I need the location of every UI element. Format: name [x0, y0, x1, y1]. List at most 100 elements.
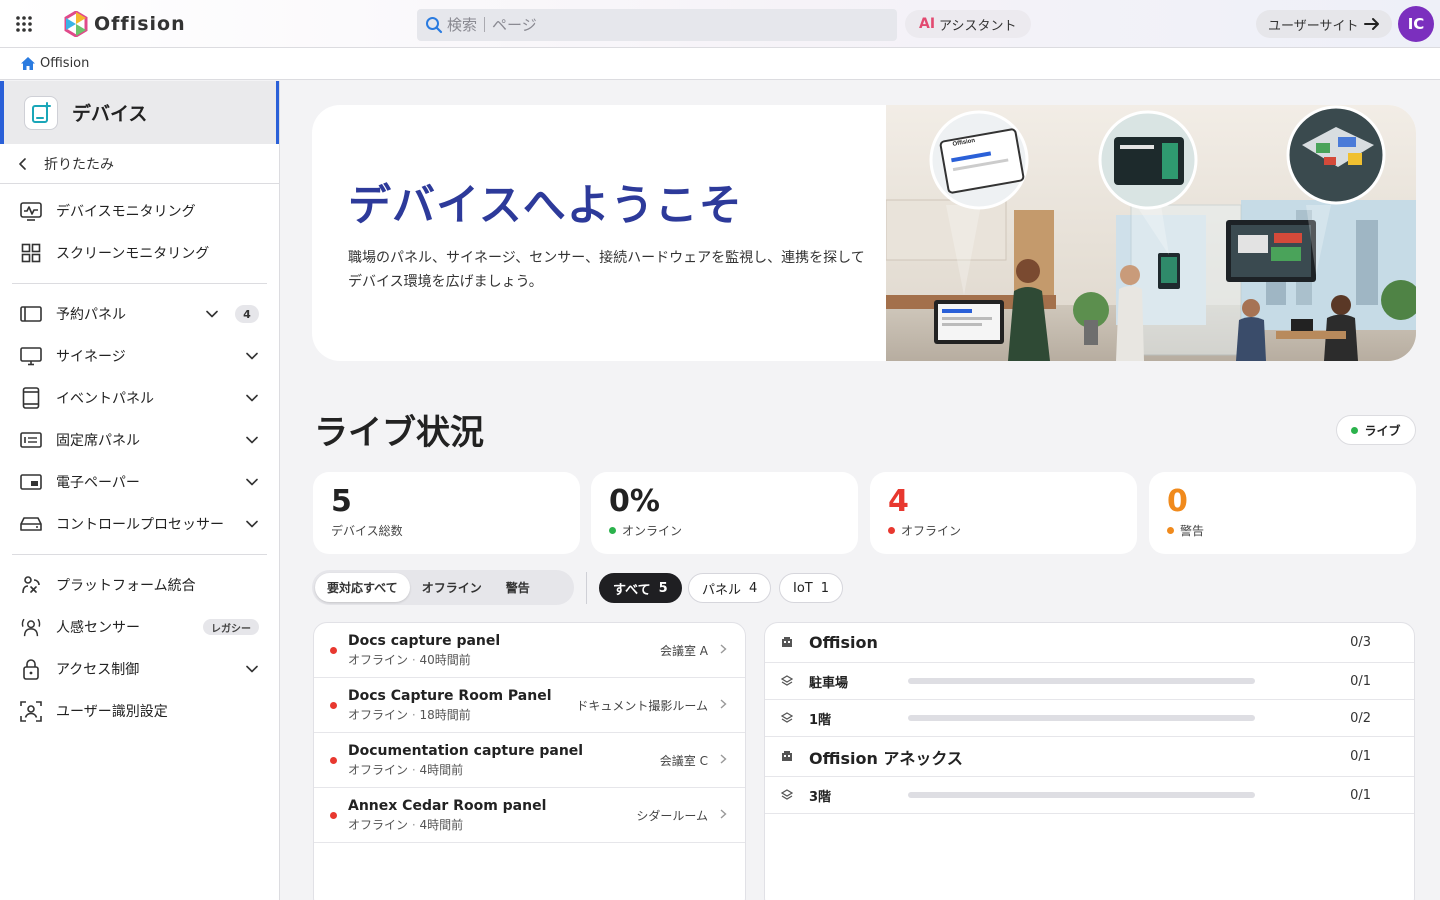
sidebar-item-screen-monitoring[interactable]: スクリーンモニタリング [0, 232, 279, 274]
sidebar-item-device-monitoring[interactable]: デバイスモニタリング [0, 190, 279, 232]
sidebar-item-booking-panel[interactable]: 予約パネル 4 [0, 293, 279, 335]
building-name: Offision [809, 633, 878, 652]
device-row[interactable]: Docs Capture Room Panel オフライン · 18時間前 ドキ… [314, 678, 745, 733]
chevron-down-icon[interactable] [245, 349, 259, 363]
device-time: 4時間前 [419, 762, 464, 777]
sidebar-item-epaper[interactable]: 電子ペーパー [0, 461, 279, 503]
building-row[interactable]: Offision 0/3 [765, 623, 1414, 663]
device-name: Docs Capture Room Panel [348, 687, 552, 704]
building-name: Offision アネックス [809, 748, 963, 768]
count-badge: 4 [235, 305, 259, 323]
floor-row[interactable]: 3階 0/1 [765, 777, 1414, 814]
sidebar-item-user-identification[interactable]: ユーザー識別設定 [0, 690, 279, 732]
stat-value: 0% [609, 484, 660, 519]
chip-label: パネル [702, 582, 742, 598]
chip-iot[interactable]: IoT 1 [779, 573, 844, 603]
building-row[interactable]: Offision アネックス 0/1 [765, 737, 1414, 777]
stat-value: 0 [1167, 484, 1188, 519]
processor-icon [20, 513, 42, 535]
device-row[interactable]: Annex Cedar Room panel オフライン · 4時間前 シダール… [314, 788, 745, 843]
sidebar-item-motion-sensor[interactable]: 人感センサー レガシー [0, 606, 279, 648]
search-bar[interactable] [417, 9, 897, 41]
segment-all-attention[interactable]: 要対応すべて [315, 573, 410, 602]
device-location: ドキュメント撮影ルーム [576, 698, 708, 713]
stat-total-devices[interactable]: 5 デバイス総数 [313, 472, 580, 554]
chevron-down-icon[interactable] [245, 391, 259, 405]
home-icon[interactable] [20, 56, 36, 71]
collapse-button[interactable]: 折りたたみ [0, 144, 279, 184]
segment-warning[interactable]: 警告 [494, 573, 542, 602]
sidebar-item-label: 人感センサー [56, 620, 140, 636]
user-avatar[interactable]: IC [1398, 6, 1434, 42]
sidebar: デバイス 折りたたみ デバイスモニタリング スクリーンモニタリング 予約パネル [0, 81, 280, 900]
stat-label: 警告 [1180, 524, 1205, 538]
device-row[interactable]: Documentation capture panel オフライン · 4時間前… [314, 733, 745, 788]
device-name: Annex Cedar Room panel [348, 797, 547, 814]
stat-online[interactable]: 0% オンライン [591, 472, 858, 554]
device-status: オフライン [348, 817, 409, 832]
sidebar-item-label: 固定席パネル [56, 433, 140, 449]
sidebar-item-event-panel[interactable]: イベントパネル [0, 377, 279, 419]
online-ratio: 0/1 [1350, 749, 1371, 764]
face-scan-icon [20, 700, 42, 722]
sidebar-item-label: 予約パネル [56, 307, 126, 323]
building-icon [781, 747, 793, 766]
ai-assistant-button[interactable]: AI アシスタント [905, 10, 1031, 38]
status-dot-icon [888, 527, 895, 534]
sidebar-item-label: アクセス制御 [56, 662, 140, 678]
breadcrumb-home[interactable]: Offision [40, 56, 89, 71]
device-time: 40時間前 [419, 652, 471, 667]
search-icon [426, 17, 443, 34]
building-icon [781, 633, 793, 652]
segment-offline[interactable]: オフライン [410, 573, 494, 602]
sidebar-item-label: サイネージ [56, 349, 126, 365]
chip-count: 4 [749, 580, 758, 596]
sidebar-item-signage[interactable]: サイネージ [0, 335, 279, 377]
sidebar-item-desk-panel[interactable]: 固定席パネル [0, 419, 279, 461]
floor-row[interactable]: 1階 0/2 [765, 700, 1414, 737]
lock-icon [20, 658, 42, 680]
status-dot-icon [609, 527, 616, 534]
search-input[interactable] [447, 16, 867, 34]
hero-title: デバイスへようこそ [348, 181, 743, 231]
sidebar-item-access-control[interactable]: アクセス制御 [0, 648, 279, 690]
separator: · [411, 652, 416, 667]
layers-icon [780, 709, 794, 728]
stat-value: 4 [888, 484, 909, 519]
app-logo[interactable]: Offision [64, 10, 186, 37]
chip-label: すべて [613, 582, 651, 598]
epaper-icon [20, 471, 42, 493]
device-name: Documentation capture panel [348, 742, 584, 759]
chevron-down-icon[interactable] [205, 307, 219, 321]
sidebar-item-platform-integration[interactable]: プラットフォーム統合 [0, 564, 279, 606]
user-site-button[interactable]: ユーザーサイト [1256, 10, 1393, 38]
chevron-down-icon[interactable] [245, 433, 259, 447]
online-ratio: 0/3 [1350, 635, 1371, 650]
device-row[interactable]: Docs capture panel オフライン · 40時間前 会議室 A [314, 623, 745, 678]
sidebar-header: デバイス [0, 81, 279, 144]
device-list: Docs capture panel オフライン · 40時間前 会議室 A D… [313, 622, 746, 900]
sidebar-item-control-processor[interactable]: コントロールプロセッサー [0, 503, 279, 545]
chip-all[interactable]: すべて 5 [599, 573, 682, 603]
device-status: オフライン [348, 652, 409, 667]
stat-warnings[interactable]: 0 警告 [1149, 472, 1416, 554]
chevron-down-icon[interactable] [245, 475, 259, 489]
chip-label: IoT [793, 580, 813, 596]
chevron-right-icon [720, 643, 727, 657]
chevron-right-icon [720, 753, 727, 767]
desk-panel-icon [20, 429, 42, 451]
floor-name: 駐車場 [809, 675, 849, 691]
chip-panel[interactable]: パネル 4 [688, 573, 772, 603]
apps-grid-icon[interactable] [0, 0, 48, 48]
floor-row[interactable]: 駐車場 0/1 [765, 663, 1414, 700]
app-name: Offision [94, 12, 186, 35]
grid-icon [20, 242, 42, 264]
sidebar-title: デバイス [72, 103, 148, 125]
separator: · [411, 817, 416, 832]
chevron-down-icon[interactable] [245, 517, 259, 531]
device-add-icon [24, 95, 58, 130]
user-site-label: ユーザーサイト [1268, 18, 1359, 34]
monitor-icon [20, 345, 42, 367]
chevron-down-icon[interactable] [245, 662, 259, 676]
stat-offline[interactable]: 4 オフライン [870, 472, 1137, 554]
